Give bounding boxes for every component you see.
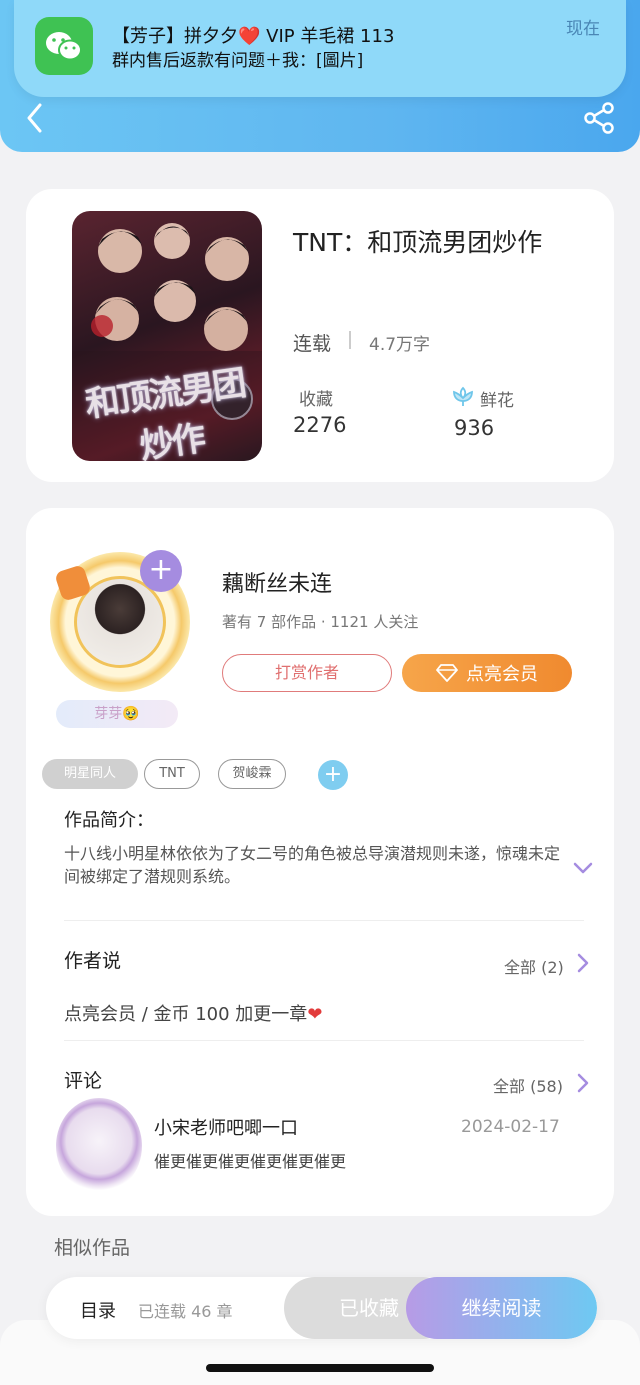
notification-banner[interactable]: 【芳子】拼夕夕❤️ VIP 羊毛裙 113 群内售后返款有问题＋我：[圖片] 现… bbox=[14, 0, 626, 97]
synopsis-text: 十八线小明星林依依为了女二号的角色被总导演潜规则未遂，惊魂未定间被绑定了潜规则系… bbox=[64, 844, 561, 886]
book-title: TNT：和顶流男团炒作 bbox=[293, 228, 543, 257]
commenter-name[interactable]: 小宋老师吧唧一口 bbox=[154, 1114, 298, 1140]
synopsis-heading: 作品简介： bbox=[64, 810, 154, 831]
divider bbox=[64, 920, 584, 921]
notification-time: 现在 bbox=[566, 19, 600, 39]
comments-heading: 评论 bbox=[64, 1070, 103, 1092]
flowers-label: 鲜花 bbox=[480, 391, 514, 411]
favorites-label: 收藏 bbox=[299, 390, 333, 410]
tag-tnt[interactable]: TNT bbox=[144, 759, 200, 789]
chevron-left-icon bbox=[27, 103, 42, 133]
notification-title: 【芳子】拼夕夕❤️ VIP 羊毛裙 113 bbox=[112, 26, 395, 47]
vip-button-label: 点亮会员 bbox=[466, 664, 538, 685]
activate-vip-button[interactable]: 点亮会员 bbox=[402, 654, 572, 692]
comments-all-link[interactable]: 全部 (58) bbox=[493, 1073, 563, 1097]
tag-he-junlin[interactable]: 贺峻霖 bbox=[218, 759, 286, 789]
chevron-down-icon[interactable] bbox=[572, 860, 594, 876]
serial-status: 连载 bbox=[293, 333, 332, 355]
commenter-avatar[interactable] bbox=[56, 1098, 142, 1194]
add-tag-button[interactable]: + bbox=[318, 760, 348, 790]
notification-body: 群内售后返款有问题＋我：[圖片] bbox=[112, 51, 364, 71]
diamond-icon bbox=[436, 664, 458, 682]
home-indicator[interactable] bbox=[206, 1364, 434, 1372]
flower-icon[interactable] bbox=[451, 385, 475, 407]
divider bbox=[64, 1040, 584, 1041]
fan-nickname-badge: 芽芽🥹 bbox=[56, 700, 178, 728]
word-count: 4.7万字 bbox=[369, 335, 431, 355]
follow-author-button[interactable]: + bbox=[140, 550, 182, 592]
author-says-message: 点亮会员 / 金币 100 加更一章 bbox=[64, 1004, 308, 1025]
author-stats: 著有 7 部作品 · 1121 人关注 bbox=[222, 613, 419, 631]
divider bbox=[349, 331, 351, 349]
heart-icon: ❤ bbox=[307, 1004, 323, 1025]
continue-reading-button[interactable]: 继续阅读 bbox=[406, 1277, 597, 1339]
flowers-count: 936 bbox=[454, 416, 495, 440]
chapter-count: 已连载 46 章 bbox=[138, 1302, 233, 1321]
chevron-right-icon[interactable] bbox=[576, 1072, 590, 1094]
table-of-contents-button[interactable]: 目录 bbox=[80, 1297, 116, 1323]
author-says-heading: 作者说 bbox=[64, 950, 122, 972]
tip-author-button[interactable]: 打赏作者 bbox=[222, 654, 392, 692]
comment-date: 2024-02-17 bbox=[461, 1117, 560, 1137]
author-detail-card: + 藕断丝未连 著有 7 部作品 · 1121 人关注 打赏作者 点亮会员 芽芽… bbox=[26, 508, 614, 1216]
chevron-right-icon[interactable] bbox=[576, 952, 590, 974]
wechat-icon bbox=[35, 17, 93, 75]
author-says-text: 点亮会员 / 金币 100 加更一章❤ bbox=[64, 1000, 322, 1026]
bottom-action-bar: 目录 已连载 46 章 已收藏 继续阅读 bbox=[46, 1277, 597, 1339]
book-cover-image[interactable]: 和顶流男团炒作 bbox=[72, 211, 262, 461]
author-says-all-link[interactable]: 全部 (2) bbox=[504, 954, 564, 978]
favorites-count: 2276 bbox=[293, 413, 347, 437]
book-info-card: 和顶流男团炒作 TNT：和顶流男团炒作 连载 4.7万字 收藏 2276 鲜花 … bbox=[26, 189, 614, 482]
back-button[interactable] bbox=[22, 100, 52, 136]
author-name[interactable]: 藕断丝未连 bbox=[222, 566, 332, 598]
share-button[interactable] bbox=[582, 100, 618, 136]
share-icon bbox=[584, 102, 614, 134]
tag-celebrity-fanfic[interactable]: 明星同人 bbox=[42, 759, 138, 789]
similar-works-heading: 相似作品 bbox=[54, 1237, 131, 1259]
comment-text[interactable]: 催更催更催更催更催更催更 bbox=[154, 1148, 346, 1172]
